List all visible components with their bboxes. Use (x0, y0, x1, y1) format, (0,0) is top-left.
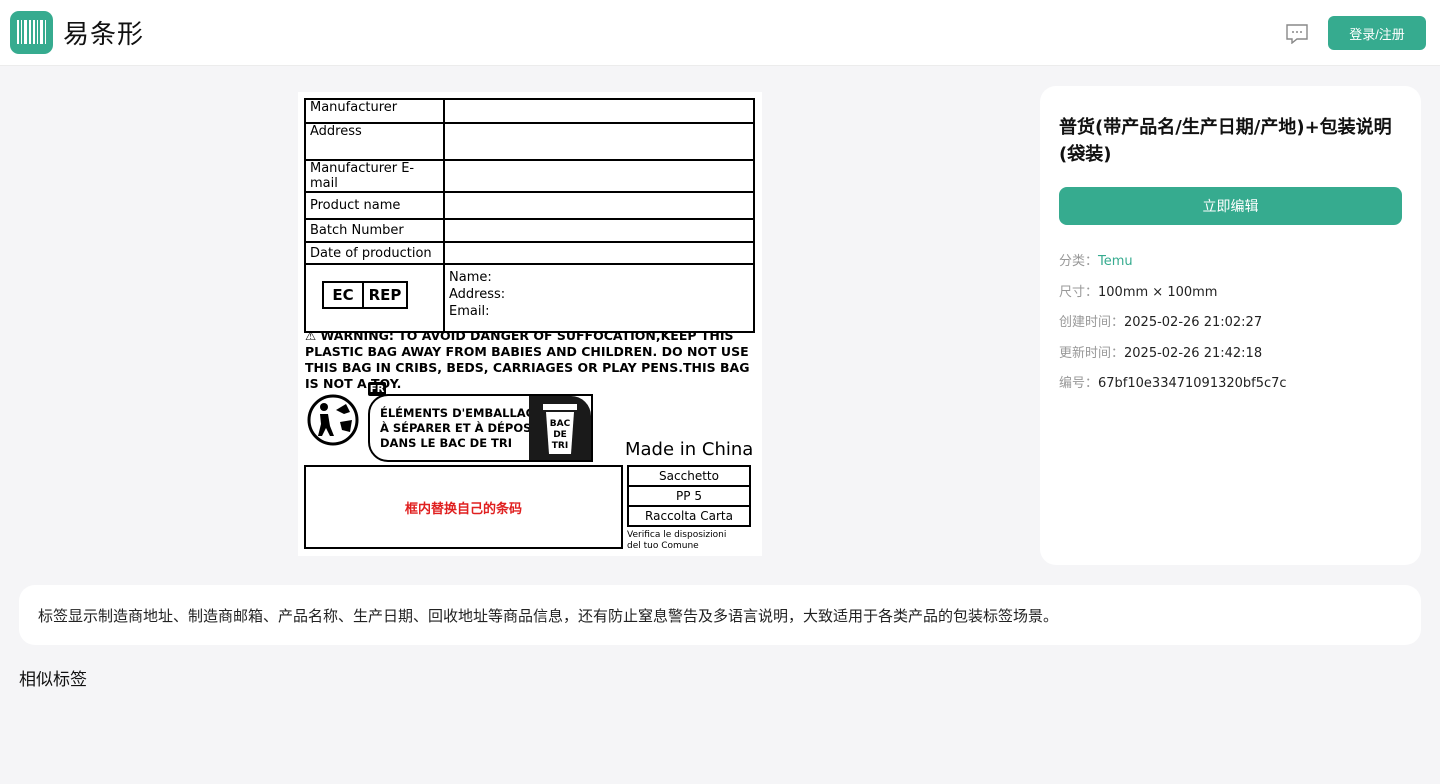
recycle-item: Raccolta Carta (627, 505, 751, 527)
meta-category: 分类：Temu (1059, 254, 1133, 269)
ec-rep-name: Name: (449, 270, 492, 285)
label-preview: Manufacturer Address Manufacturer E-mail… (298, 92, 762, 556)
top-header: 易条形 登录/注册 (0, 0, 1440, 66)
bin-block: BAC DE TRI (529, 396, 591, 460)
verifica-note: Verifica le disposizioni del tuo Comune (627, 530, 727, 551)
recycle-table: Sacchetto PP 5 Raccolta Carta (627, 465, 751, 527)
row-manufacturer-email: Manufacturer E-mail (304, 159, 445, 193)
barcode-placeholder: 框内替换自己的条码 (304, 465, 623, 549)
bin-text-3: TRI (552, 441, 568, 451)
edit-now-button[interactable]: 立即编辑 (1059, 187, 1402, 225)
row-product-name: Product name (304, 191, 445, 220)
info-tri-block: ÉLÉMENTS D'EMBALLAGE À SÉPARER ET À DÉPO… (368, 394, 593, 462)
row-batch-number: Batch Number (304, 218, 445, 243)
template-description: 标签显示制造商地址、制造商邮箱、产品名称、生产日期、回收地址等商品信息，还有防止… (19, 585, 1421, 645)
row-manufacturer: Manufacturer (304, 98, 445, 124)
triman-line-3: DANS LE BAC DE TRI (380, 436, 513, 450)
row-date-of-production: Date of production (304, 241, 445, 265)
rep-text: REP (368, 286, 402, 304)
template-title: 普货(带产品名/生产日期/产地)+包装说明(袋装) (1059, 117, 1392, 165)
recycle-item: Sacchetto (627, 465, 751, 487)
ec-rep-email: Email: (449, 304, 490, 319)
made-in-china: Made in China (625, 439, 754, 460)
brand-name[interactable]: 易条形 (63, 14, 144, 51)
triman-line-2: À SÉPARER ET À DÉPOSER (380, 421, 549, 435)
recycle-bin-icon: BAC DE TRI (543, 404, 577, 454)
category-link[interactable]: Temu (1098, 254, 1133, 269)
manufacturer-table: Manufacturer Address Manufacturer E-mail… (304, 98, 755, 333)
ec-text: EC (324, 283, 364, 307)
ec-rep-address: Address: (449, 287, 506, 302)
meta-id: 编号：67bf10e33471091320bf5c7c (1059, 376, 1287, 391)
recycle-item: PP 5 (627, 485, 751, 507)
message-icon[interactable] (1285, 24, 1309, 44)
meta-updated: 更新时间：2025-02-26 21:42:18 (1059, 346, 1263, 361)
triman-icon (307, 394, 359, 446)
meta-created: 创建时间：2025-02-26 21:02:27 (1059, 315, 1263, 330)
meta-size: 尺寸：100mm × 100mm (1059, 285, 1218, 300)
row-address: Address (304, 122, 445, 161)
template-info-panel: 普货(带产品名/生产日期/产地)+包装说明(袋装) 立即编辑 分类：Temu 尺… (1040, 86, 1421, 565)
ec-rep-symbol: EC REP (322, 281, 408, 309)
bin-text-1: BAC (550, 419, 571, 429)
bin-text-2: DE (553, 430, 567, 440)
triman-line-1: ÉLÉMENTS D'EMBALLAGE (380, 406, 543, 420)
logo-icon[interactable] (10, 11, 53, 54)
similar-labels-heading: 相似标签 (19, 670, 87, 690)
login-register-button[interactable]: 登录/注册 (1328, 16, 1426, 50)
